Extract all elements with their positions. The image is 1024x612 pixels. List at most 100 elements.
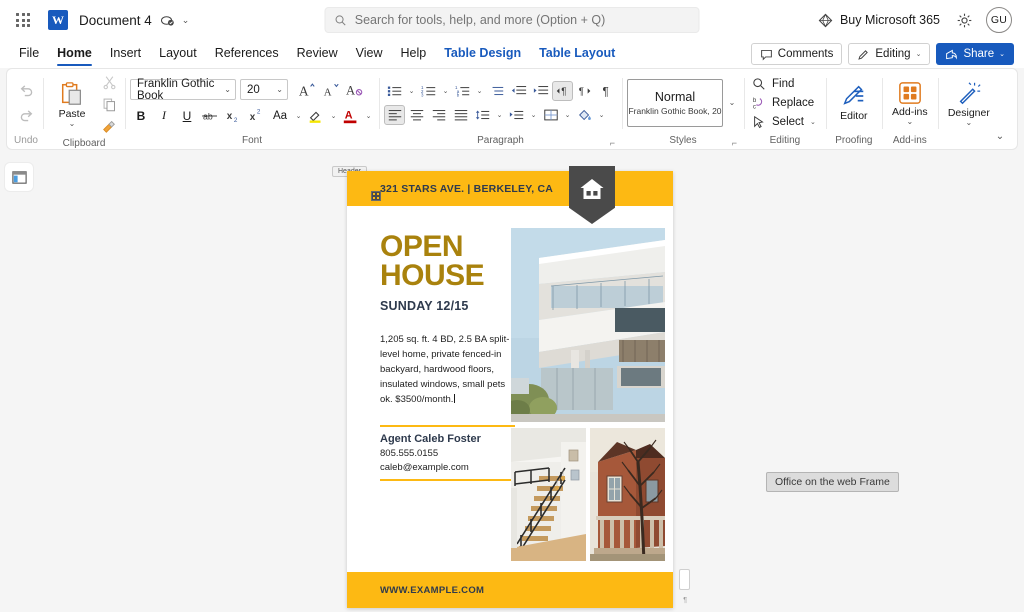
select-button[interactable]: Select ⌄: [749, 113, 821, 131]
align-left-button[interactable]: [384, 104, 405, 125]
tab-references[interactable]: References: [206, 43, 288, 65]
numbered-list-button[interactable]: 123: [418, 81, 439, 101]
align-right-button[interactable]: [428, 105, 449, 125]
undo-button[interactable]: [14, 79, 38, 101]
highlight-chevron-down-icon[interactable]: ⌄: [328, 112, 339, 120]
font-name-combo[interactable]: Franklin Gothic Book ⌄: [130, 78, 236, 102]
app-launcher-button[interactable]: [8, 5, 38, 35]
text-cursor: [454, 394, 456, 403]
editing-mode-button[interactable]: Editing ⌄: [848, 43, 931, 65]
document-page[interactable]: 321 STARS AVE. | BERKELEY, CA OPEN HOUSE…: [347, 166, 690, 608]
tab-home[interactable]: Home: [48, 43, 101, 66]
ltr-text-direction-button[interactable]: ¶: [552, 80, 573, 101]
line-spacing-chevron-down-icon[interactable]: ⌄: [494, 111, 505, 119]
format-painter-button[interactable]: [98, 116, 120, 136]
bullet-list-button[interactable]: [384, 81, 405, 101]
svg-text:ab: ab: [203, 111, 213, 121]
shading-chevron-down-icon[interactable]: ⌄: [596, 111, 607, 119]
change-case-button[interactable]: Aa: [268, 105, 292, 127]
autosave-cloud-icon[interactable]: [160, 13, 175, 28]
shading-button[interactable]: [574, 105, 595, 125]
font-color-chevron-down-icon[interactable]: ⌄: [363, 112, 374, 120]
property-photo-main[interactable]: [511, 228, 665, 422]
decrease-indent-button[interactable]: [508, 81, 529, 101]
search-input[interactable]: [354, 13, 690, 27]
borders-chevron-down-icon[interactable]: ⌄: [562, 111, 573, 119]
ribbon-collapse-chevron-down-icon[interactable]: ⌄: [989, 127, 1011, 145]
tab-layout[interactable]: Layout: [150, 43, 206, 65]
font-color-button[interactable]: A: [340, 105, 362, 127]
paragraph-dialog-launcher[interactable]: ⌐: [610, 135, 615, 151]
svg-text:2: 2: [257, 109, 261, 116]
property-photo-victorian[interactable]: [590, 428, 665, 561]
user-avatar[interactable]: GU: [986, 7, 1012, 33]
document-title[interactable]: Document 4: [79, 13, 152, 28]
tab-insert[interactable]: Insert: [101, 43, 150, 65]
strikethrough-button[interactable]: ab: [199, 105, 221, 127]
styles-gallery-chevron-down-icon[interactable]: ⌄: [725, 79, 739, 127]
navigation-pane-button[interactable]: [5, 163, 33, 191]
multilevel-list-button[interactable]: 1ab: [452, 81, 473, 101]
show-formatting-marks-button[interactable]: ¶: [596, 81, 617, 101]
borders-button[interactable]: [540, 105, 561, 125]
magic-wand-icon: [959, 81, 981, 104]
text-highlight-button[interactable]: [305, 105, 327, 127]
rtl-text-direction-button[interactable]: ¶: [574, 81, 595, 101]
pencil-icon: [858, 49, 869, 60]
align-center-icon: [410, 109, 423, 120]
share-button[interactable]: Share ⌄: [936, 43, 1014, 65]
tab-review[interactable]: Review: [288, 43, 347, 65]
find-button[interactable]: Find: [749, 75, 821, 93]
replace-button[interactable]: bc Replace: [749, 94, 821, 112]
clear-formatting-button[interactable]: A: [344, 79, 366, 101]
editing-chevron-down-icon: ⌄: [915, 51, 922, 58]
addins-button[interactable]: Add-ins ⌄: [887, 79, 933, 127]
justify-button[interactable]: [450, 105, 471, 125]
tab-file[interactable]: File: [10, 43, 48, 65]
italic-button[interactable]: I: [153, 105, 175, 127]
font-size-combo[interactable]: 20 ⌄: [240, 79, 288, 100]
redo-button[interactable]: [14, 104, 38, 126]
grow-font-button[interactable]: A: [296, 79, 318, 101]
settings-button[interactable]: [950, 6, 978, 34]
paragraph-shading-chevron-down-icon[interactable]: ⌄: [528, 111, 539, 119]
find-label: Find: [772, 77, 795, 90]
style-normal-button[interactable]: Normal Franklin Gothic Book, 20: [627, 78, 723, 127]
superscript-button[interactable]: x2: [245, 105, 267, 127]
tab-table-layout[interactable]: Table Layout: [530, 43, 624, 65]
tab-view[interactable]: View: [347, 43, 392, 65]
numbered-list-chevron-down-icon[interactable]: ⌄: [440, 87, 451, 95]
increase-indent-icon: [533, 85, 548, 94]
paste-button[interactable]: Paste ⌄: [48, 79, 96, 129]
align-center-button[interactable]: [406, 105, 427, 125]
copy-button[interactable]: [98, 94, 120, 114]
style-detail: Franklin Gothic Book, 20: [628, 105, 722, 116]
table-move-handle[interactable]: [371, 191, 381, 201]
buy-microsoft-365-button[interactable]: Buy Microsoft 365: [812, 8, 946, 33]
comments-label: Comments: [777, 48, 834, 60]
styles-dialog-launcher[interactable]: ⌐: [732, 135, 737, 151]
styles-label-text: Styles: [669, 135, 697, 146]
paragraph-shading-button[interactable]: [506, 105, 527, 125]
subscript-button[interactable]: x2: [222, 105, 244, 127]
cut-button[interactable]: [98, 72, 120, 92]
increase-indent-button[interactable]: [530, 81, 551, 101]
tab-table-design[interactable]: Table Design: [435, 43, 530, 65]
tab-help[interactable]: Help: [392, 43, 436, 65]
search-box[interactable]: [324, 7, 700, 33]
editor-button[interactable]: Editor: [831, 81, 877, 124]
multilevel-list-chevron-down-icon[interactable]: ⌄: [474, 87, 485, 95]
underline-button[interactable]: U: [176, 105, 198, 127]
flyer-description[interactable]: 1,205 sq. ft. 4 BD, 2.5 BA split-level h…: [380, 332, 515, 407]
flyer-left-column: OPEN HOUSE SUNDAY 12/15 1,205 sq. ft. 4 …: [380, 232, 515, 481]
title-dropdown-chevron-icon[interactable]: ⌄: [182, 15, 190, 26]
change-case-chevron-down-icon[interactable]: ⌄: [293, 112, 304, 120]
designer-button[interactable]: Designer ⌄: [943, 78, 995, 128]
line-spacing-button[interactable]: [472, 105, 493, 125]
increase-list-level-button[interactable]: [486, 81, 507, 101]
shrink-font-button[interactable]: A: [320, 79, 342, 101]
comments-button[interactable]: Comments: [750, 43, 843, 65]
bold-button[interactable]: B: [130, 105, 152, 127]
property-photo-stairs[interactable]: [511, 428, 586, 561]
bullet-list-chevron-down-icon[interactable]: ⌄: [406, 87, 417, 95]
